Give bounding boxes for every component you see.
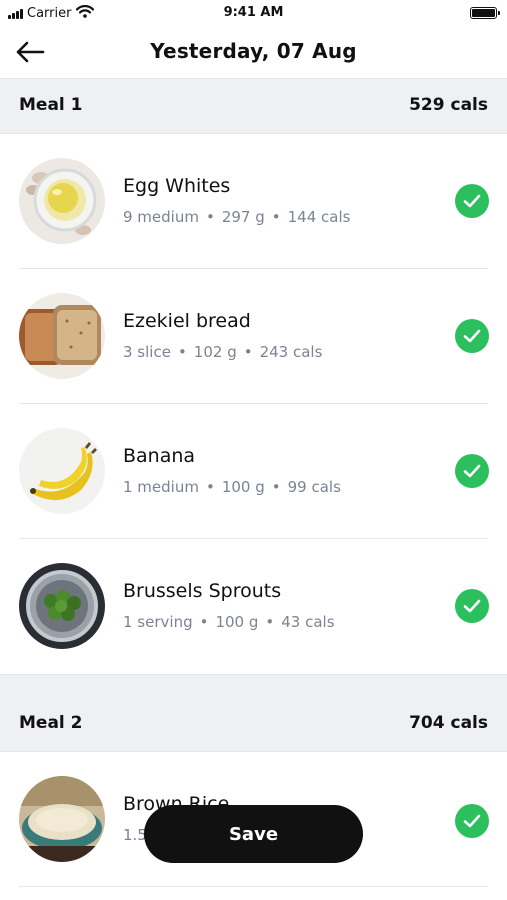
food-quantity: 9 medium [123, 208, 199, 226]
food-weight: 102 g [193, 343, 237, 361]
food-name: Banana [123, 445, 196, 467]
meal-header: Meal 2 704 cals [0, 674, 507, 752]
banana-image [19, 428, 105, 514]
check-icon[interactable] [455, 319, 489, 353]
status-bar: Carrier 9:41 AM [0, 0, 507, 26]
meal-name: Meal 1 [19, 95, 83, 115]
food-cals: 243 cals [259, 343, 323, 361]
food-weight: 100 g [215, 613, 259, 631]
battery-icon [470, 7, 500, 19]
page-title: Yesterday, 07 Aug [150, 39, 357, 63]
food-details: 3 slice • 102 g • 243 cals [123, 343, 323, 361]
divider [19, 886, 488, 887]
check-icon[interactable] [455, 184, 489, 218]
food-quantity: 1 serving [123, 613, 193, 631]
food-cals: 43 cals [281, 613, 335, 631]
food-details: 9 medium • 297 g • 144 cals [123, 208, 351, 226]
food-name: Brussels Sprouts [123, 580, 282, 602]
meal-cals: 704 cals [409, 713, 488, 733]
check-icon[interactable] [455, 589, 489, 623]
nav-bar: Yesterday, 07 Aug [0, 26, 507, 78]
food-name: Egg Whites [123, 175, 231, 197]
food-weight: 100 g [221, 478, 265, 496]
food-details: 1 serving • 100 g • 43 cals [123, 613, 335, 631]
save-button[interactable]: Save [144, 805, 363, 863]
food-cals: 144 cals [287, 208, 351, 226]
food-quantity: 1 medium [123, 478, 199, 496]
meal-cals: 529 cals [409, 95, 488, 115]
brown-rice-image [19, 776, 105, 862]
food-name: Ezekiel bread [123, 310, 251, 332]
food-item-brussels-sprouts[interactable]: Brussels Sprouts 1 serving • 100 g • 43 cals [0, 539, 507, 674]
food-item-banana[interactable]: Banana 1 medium • 100 g • 99 cals [0, 404, 507, 539]
food-quantity: 3 slice [123, 343, 171, 361]
check-icon[interactable] [455, 454, 489, 488]
status-time: 9:41 AM [223, 5, 284, 20]
food-details: 1 medium • 100 g • 99 cals [123, 478, 341, 496]
brussels-sprouts-image [19, 563, 105, 649]
check-icon[interactable] [455, 804, 489, 838]
meal-header: Meal 1 529 cals [0, 78, 507, 134]
meal-name: Meal 2 [19, 713, 83, 733]
food-item-ezekiel-bread[interactable]: Ezekiel bread 3 slice • 102 g • 243 cals [0, 269, 507, 404]
food-cals: 99 cals [287, 478, 341, 496]
ezekiel-bread-image [19, 293, 105, 379]
food-item-egg-whites[interactable]: Egg Whites 9 medium • 297 g • 144 cals [0, 134, 507, 269]
egg-whites-image [19, 158, 105, 244]
food-weight: 297 g [221, 208, 265, 226]
